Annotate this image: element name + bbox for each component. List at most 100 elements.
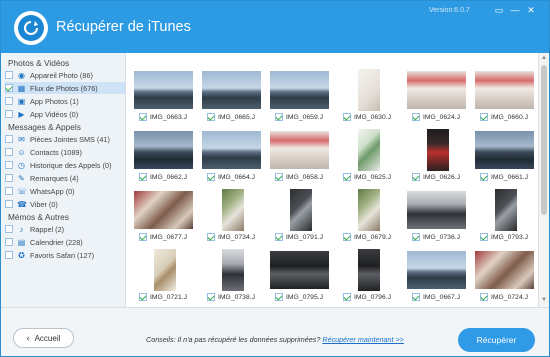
- photo-checkbox[interactable]: [207, 293, 215, 301]
- sidebar-item-call-history[interactable]: ◷ Historique des Appels (0): [5, 159, 125, 171]
- photo-thumbnail[interactable]: [495, 189, 517, 231]
- photo-thumbnail[interactable]: [358, 249, 380, 291]
- checkbox[interactable]: [5, 148, 13, 156]
- photo-checkbox[interactable]: [343, 293, 351, 301]
- photo-thumbnail[interactable]: [154, 249, 176, 291]
- photo-checkbox[interactable]: [207, 173, 215, 181]
- photo-item[interactable]: IMG_0624.J: [405, 69, 469, 133]
- checkbox[interactable]: [5, 71, 13, 79]
- checkbox[interactable]: [5, 110, 13, 118]
- photo-checkbox[interactable]: [480, 233, 488, 241]
- photo-item[interactable]: IMG_0630.J: [336, 69, 400, 133]
- checkbox[interactable]: [5, 251, 13, 259]
- minimize-icon[interactable]: —: [509, 5, 521, 16]
- photo-thumbnail[interactable]: [202, 131, 261, 169]
- photo-thumbnail[interactable]: [427, 129, 449, 171]
- photo-item[interactable]: IMG_0793.J: [473, 189, 537, 253]
- photo-item[interactable]: IMG_0679.J: [336, 189, 400, 253]
- photo-thumbnail[interactable]: [475, 71, 534, 109]
- scroll-down-icon[interactable]: ▼: [541, 297, 547, 303]
- photo-checkbox[interactable]: [139, 293, 147, 301]
- sidebar-item-photo-stream[interactable]: ▦ Flux de Photos (676): [5, 82, 125, 94]
- sidebar-item-notes[interactable]: ✎ Remarques (4): [5, 172, 125, 184]
- photo-checkbox[interactable]: [207, 233, 215, 241]
- photo-item[interactable]: IMG_0625.J: [336, 129, 400, 193]
- photo-thumbnail[interactable]: [407, 251, 466, 289]
- photo-thumbnail[interactable]: [358, 189, 380, 231]
- photo-checkbox[interactable]: [139, 173, 147, 181]
- photo-item[interactable]: IMG_0795.J: [268, 249, 332, 313]
- photo-thumbnail[interactable]: [358, 69, 380, 111]
- restore-icon[interactable]: ▭: [493, 5, 505, 16]
- photo-thumbnail[interactable]: [134, 191, 193, 229]
- photo-item[interactable]: IMG_0626.J: [405, 129, 469, 193]
- scroll-up-icon[interactable]: ▲: [541, 55, 547, 61]
- photo-checkbox[interactable]: [480, 293, 488, 301]
- photo-item[interactable]: IMG_0663.J: [132, 69, 196, 133]
- photo-item[interactable]: IMG_0660.J: [473, 69, 537, 133]
- photo-item[interactable]: IMG_0721.J: [132, 249, 196, 313]
- sidebar-item-app-videos[interactable]: ▶ App Vidéos (0): [5, 108, 125, 120]
- photo-thumbnail[interactable]: [270, 71, 329, 109]
- checkbox[interactable]: [5, 187, 13, 195]
- recover-button[interactable]: Récupérer: [458, 328, 535, 352]
- sidebar-item-camera[interactable]: ◉ Appareil Photo (86): [5, 69, 125, 81]
- sidebar-item-whatsapp[interactable]: ☏ WhatsApp (0): [5, 185, 125, 197]
- scrollbar-thumb[interactable]: [541, 65, 547, 215]
- photo-checkbox[interactable]: [139, 233, 147, 241]
- photo-item[interactable]: IMG_0665.J: [200, 69, 264, 133]
- photo-thumbnail[interactable]: [270, 251, 329, 289]
- photo-thumbnail[interactable]: [475, 251, 534, 289]
- sidebar-item-safari[interactable]: ✪ Favoris Safari (127): [5, 249, 125, 261]
- photo-checkbox[interactable]: [412, 173, 420, 181]
- photo-thumbnail[interactable]: [270, 131, 329, 169]
- photo-thumbnail[interactable]: [475, 131, 534, 169]
- photo-item[interactable]: IMG_0724.J: [473, 249, 537, 313]
- photo-checkbox[interactable]: [480, 173, 488, 181]
- photo-item[interactable]: IMG_0661.J: [473, 129, 537, 193]
- checkbox[interactable]: [5, 174, 13, 182]
- photo-item[interactable]: IMG_0734.J: [200, 189, 264, 253]
- photo-checkbox[interactable]: [343, 113, 351, 121]
- photo-checkbox[interactable]: [275, 113, 283, 121]
- photo-thumbnail[interactable]: [222, 189, 244, 231]
- photo-item[interactable]: IMG_0662.J: [132, 129, 196, 193]
- photo-checkbox[interactable]: [275, 173, 283, 181]
- recover-now-link[interactable]: Récupérer maintenant >>: [322, 335, 404, 344]
- photo-thumbnail[interactable]: [290, 189, 312, 231]
- photo-thumbnail[interactable]: [358, 129, 380, 171]
- photo-thumbnail[interactable]: [407, 191, 466, 229]
- photo-item[interactable]: IMG_0659.J: [268, 69, 332, 133]
- photo-checkbox[interactable]: [412, 113, 420, 121]
- photo-item[interactable]: IMG_0664.J: [200, 129, 264, 193]
- photo-item[interactable]: IMG_0736.J: [405, 189, 469, 253]
- sidebar-item-contacts[interactable]: ☺ Contacts (1089): [5, 146, 125, 158]
- photo-checkbox[interactable]: [207, 113, 215, 121]
- photo-item[interactable]: IMG_0667.J: [405, 249, 469, 313]
- photo-item[interactable]: IMG_0738.J: [200, 249, 264, 313]
- photo-thumbnail[interactable]: [202, 71, 261, 109]
- checkbox[interactable]: [5, 161, 13, 169]
- photo-item[interactable]: IMG_0796.J: [336, 249, 400, 313]
- photo-item[interactable]: IMG_0658.J: [268, 129, 332, 193]
- sidebar-item-sms-attachments[interactable]: ✉ Pièces Jointes SMS (41): [5, 133, 125, 145]
- photo-checkbox[interactable]: [343, 233, 351, 241]
- photo-thumbnail[interactable]: [222, 249, 244, 291]
- checkbox[interactable]: [5, 97, 13, 105]
- close-icon[interactable]: ✕: [525, 5, 537, 16]
- photo-checkbox[interactable]: [275, 233, 283, 241]
- sidebar-item-reminder[interactable]: ♪ Rappel (2): [5, 223, 125, 235]
- sidebar-item-viber[interactable]: ☎ Viber (0): [5, 198, 125, 210]
- sidebar-item-app-photos[interactable]: ▣ App Photos (1): [5, 95, 125, 107]
- checkbox[interactable]: [5, 200, 13, 208]
- vertical-scrollbar[interactable]: ▲ ▼: [538, 53, 549, 307]
- photo-checkbox[interactable]: [412, 233, 420, 241]
- checkbox[interactable]: [5, 225, 13, 233]
- home-button[interactable]: ‹ Accueil: [13, 328, 74, 348]
- photo-item[interactable]: IMG_0791.J: [268, 189, 332, 253]
- photo-checkbox[interactable]: [480, 113, 488, 121]
- checkbox[interactable]: [5, 238, 13, 246]
- photo-checkbox[interactable]: [412, 293, 420, 301]
- photo-item[interactable]: IMG_0677.J: [132, 189, 196, 253]
- photo-thumbnail[interactable]: [134, 71, 193, 109]
